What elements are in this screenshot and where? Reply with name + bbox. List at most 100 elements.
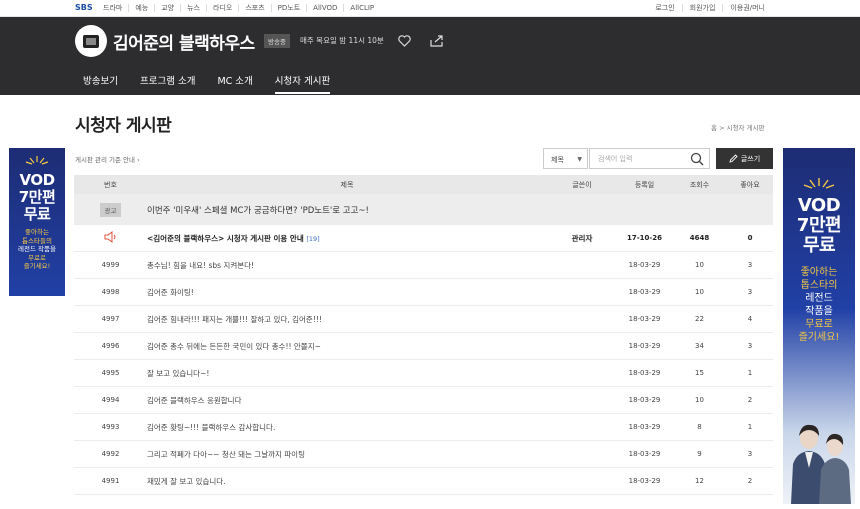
gnb-link-variety[interactable]: 예능 (128, 4, 154, 12)
sub-line6: 즐기세요! (798, 332, 840, 344)
ticket-link[interactable]: 이용권/머니 (722, 4, 772, 12)
sub-line2: 톱스타들의 (22, 236, 52, 245)
gnb-link-culture[interactable]: 교양 (154, 4, 180, 12)
table-row[interactable]: 4998 김어준 화이팅! 18-03-29 10 3 (74, 279, 773, 306)
gnb-link-drama[interactable]: 드라마 (97, 4, 128, 12)
post-date: 18-03-29 (628, 369, 661, 377)
gnb-link-radio[interactable]: 라디오 (206, 4, 238, 12)
post-title[interactable]: 잘 보고 있습니다~! (147, 368, 547, 379)
post-likes: 3 (747, 450, 753, 458)
post-title[interactable]: 그리고 적폐가 다아~~ 청산 돼는 그날까지 파이팅 (147, 449, 547, 460)
speaker-icon (104, 231, 115, 243)
write-button[interactable]: 글쓰기 (716, 148, 773, 169)
gnb-link-pdnote[interactable]: PD노트 (270, 4, 307, 12)
post-title[interactable]: 김어준 블랙하우스 응원합니다 (147, 395, 547, 406)
table-row[interactable]: 4994 김어준 블랙하우스 응원합니다 18-03-29 10 2 (74, 387, 773, 414)
table-row[interactable]: 4995 잘 보고 있습니다~! 18-03-29 15 1 (74, 360, 773, 387)
post-likes: 2 (747, 477, 753, 485)
vod-line1: VOD (797, 195, 841, 216)
table-row[interactable]: 4996 김어준 총수 뒤에는 든든한 국민이 있다 총수!! 안쫄지~ 18-03… (74, 333, 773, 360)
table-row[interactable]: 4999 총수님! 힘을 내요! sbs 지켜본다! 18-03-29 10 3 (74, 252, 773, 279)
gnb-link-sports[interactable]: 스포츠 (238, 4, 270, 12)
heart-icon[interactable] (398, 32, 411, 51)
post-likes: 4 (747, 315, 753, 323)
table-row[interactable]: 4992 그리고 적폐가 다아~~ 청산 돼는 그날까지 파이팅 18-03-29 9… (74, 441, 773, 468)
post-number: 4994 (101, 396, 120, 404)
post-date: 18-03-29 (628, 477, 661, 485)
menu-mc[interactable]: MC 소개 (217, 73, 252, 94)
post-date: 18-03-29 (628, 450, 661, 458)
sbs-logo[interactable]: SBS (75, 3, 93, 12)
post-likes: 3 (747, 288, 753, 296)
post-number: 4997 (101, 315, 120, 323)
broadcast-schedule: 매주 목요일 밤 11시 10분 (300, 36, 384, 45)
program-logo[interactable] (75, 25, 107, 57)
breadcrumb-current: 시청자 게시판 (726, 124, 765, 132)
post-title[interactable]: 김어준 힘내라!!! 패지는 개쁠!!! 잘하고 있다, 김어준!!! (147, 314, 547, 325)
gnb-link-allvod[interactable]: AllVOD (306, 4, 343, 12)
menu-intro[interactable]: 프로그램 소개 (140, 73, 195, 94)
gnb-link-allclip[interactable]: AllCLIP (343, 4, 380, 12)
ad-tag: 광고 (99, 202, 122, 217)
breadcrumb-home[interactable]: 홈 (711, 124, 717, 132)
sparkle-icon (25, 156, 49, 165)
search-input[interactable]: 검색어 입력 (589, 148, 710, 169)
vod-banner-left[interactable]: VOD 7만편 무료 좋아하는 톱스타들의 레전드 작품을 무료로 즐기세요! (9, 148, 65, 296)
post-likes: 3 (747, 261, 753, 269)
share-icon[interactable] (430, 32, 444, 51)
table-row[interactable]: 4991 재밌게 잘 보고 있습니다. 18-03-29 12 2 (74, 468, 773, 495)
header-likes: 좋아요 (740, 180, 760, 189)
post-views: 34 (695, 342, 704, 350)
write-label: 글쓰기 (740, 154, 761, 163)
gnb-links: 드라마 예능 교양 뉴스 라디오 스포츠 PD노트 AllVOD AllCLIP (97, 4, 380, 12)
post-date: 18-03-29 (628, 261, 661, 269)
vod-line3: 무료 (23, 204, 51, 223)
post-title[interactable]: 김어준 화이팅! (147, 287, 547, 298)
signup-link[interactable]: 회원가입 (681, 4, 723, 12)
sub-line3: 레전드 작품을 (18, 245, 56, 254)
vod-line1: VOD (19, 171, 55, 189)
header-title: 제목 (340, 180, 354, 189)
post-title[interactable]: 총수님! 힘을 내요! sbs 지켜본다! (147, 260, 547, 271)
post-views: 22 (695, 315, 704, 323)
header-no: 번호 (104, 180, 117, 189)
vod-banner-right[interactable]: VOD 7만편 무료 좋아하는 톱스타의 레전드 작품을 무료로 즐기세요! (783, 148, 855, 504)
menu-watch[interactable]: 방송보기 (83, 73, 118, 94)
search-icon[interactable] (690, 152, 704, 166)
notice-author: 관리자 (571, 233, 593, 243)
menu-board[interactable]: 시청자 게시판 (274, 73, 331, 94)
table-row[interactable]: 4993 김어준 홧팅~!!! 블랙하우스 감사합니다. 18-03-29 8 1 (74, 414, 773, 441)
vod-subtext: 좋아하는 톱스타들의 레전드 작품을 무료로 즐기세요! (9, 228, 65, 270)
search-placeholder: 검색어 입력 (598, 155, 633, 163)
program-title[interactable]: 김어준의 블랙하우스 (113, 29, 255, 54)
ad-title[interactable]: 이번주 '미우새' 스페셜 MC가 궁금하다면? 'PD노트'로 고고~! (147, 204, 547, 216)
table-row[interactable]: 4997 김어준 힘내라!!! 패지는 개쁠!!! 잘하고 있다, 김어준!!! 1… (74, 306, 773, 333)
login-link[interactable]: 로그인 (648, 4, 681, 12)
sub-line4: 무료로 (28, 253, 46, 262)
post-number: 4992 (101, 450, 120, 458)
search-type-select[interactable]: 제목 ▼ (543, 148, 588, 169)
program-menu: 방송보기 프로그램 소개 MC 소개 시청자 게시판 (83, 73, 352, 94)
board-policy-link[interactable]: 게시판 관리 기준 안내 › (75, 154, 140, 164)
post-title[interactable]: 재밌게 잘 보고 있습니다. (147, 476, 547, 487)
global-nav: SBS 드라마 예능 교양 뉴스 라디오 스포츠 PD노트 AllVOD All… (0, 0, 860, 17)
post-number: 4999 (101, 261, 120, 269)
vod-headline: VOD 7만편 무료 (783, 195, 855, 256)
post-likes: 1 (747, 369, 753, 377)
post-title[interactable]: 김어준 총수 뒤에는 든든한 국민이 있다 총수!! 안쫄지~ (147, 341, 547, 352)
table-header: 번호 제목 글쓴이 등록일 조회수 좋아요 (74, 175, 773, 194)
board-table: 번호 제목 글쓴이 등록일 조회수 좋아요 광고 이번주 '미우새' 스페셜 M… (74, 175, 773, 495)
sub-line5: 즐기세요! (23, 262, 51, 271)
post-views: 15 (695, 369, 704, 377)
notice-title[interactable]: <김어준의 블랙하우스> 시청자 게시판 이용 안내 (147, 234, 304, 243)
vod-headline: VOD 7만편 무료 (9, 172, 65, 222)
house-icon (83, 34, 99, 48)
ad-row[interactable]: 광고 이번주 '미우새' 스페셜 MC가 궁금하다면? 'PD노트'로 고고~! (74, 194, 773, 225)
post-title[interactable]: 김어준 홧팅~!!! 블랙하우스 감사합니다. (147, 422, 547, 433)
post-views: 12 (695, 477, 704, 485)
gnb-link-news[interactable]: 뉴스 (180, 4, 206, 12)
sub-line1: 좋아하는 (800, 267, 838, 279)
breadcrumb-separator: > (719, 124, 725, 132)
page-title: 시청자 게시판 (75, 116, 172, 136)
notice-row[interactable]: <김어준의 블랙하우스> 시청자 게시판 이용 안내 [19] 관리자 17-1… (74, 225, 773, 252)
